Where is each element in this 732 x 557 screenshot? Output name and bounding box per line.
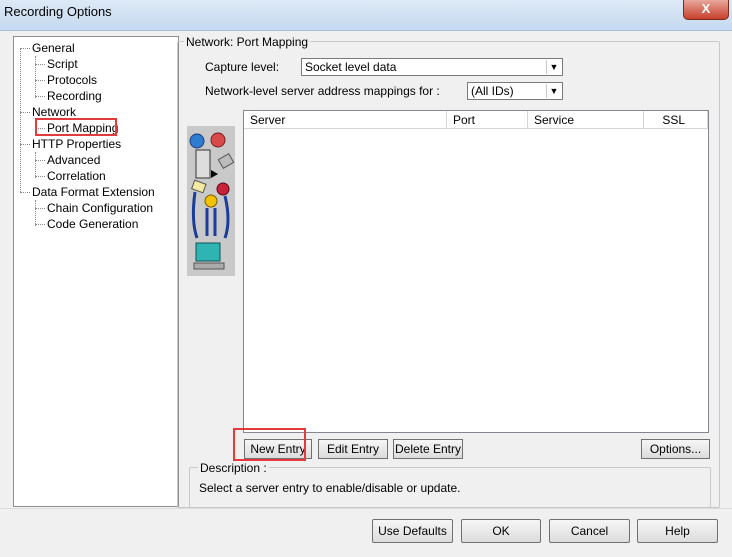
group-title: Network: Port Mapping bbox=[184, 35, 311, 49]
edit-entry-button[interactable]: Edit Entry bbox=[318, 439, 388, 459]
tree-item-data-format-extension[interactable]: Data Format Extension bbox=[32, 185, 155, 199]
chevron-down-icon[interactable]: ▼ bbox=[546, 60, 561, 74]
tree-line bbox=[20, 48, 30, 49]
tree-item-protocols[interactable]: Protocols bbox=[47, 73, 97, 87]
cancel-button[interactable]: Cancel bbox=[549, 519, 630, 543]
tree-item-chain-configuration[interactable]: Chain Configuration bbox=[47, 201, 153, 215]
options-button[interactable]: Options... bbox=[641, 439, 710, 459]
column-header-port[interactable]: Port bbox=[447, 111, 528, 129]
capture-level-value: Socket level data bbox=[305, 60, 397, 74]
tree-line bbox=[35, 96, 45, 97]
tree-line bbox=[35, 64, 45, 65]
tree-line bbox=[20, 48, 21, 192]
window-title: Recording Options bbox=[4, 4, 112, 19]
tree-line bbox=[20, 192, 30, 193]
server-mapping-list[interactable]: Server Port Service SSL bbox=[243, 110, 709, 433]
options-tree[interactable]: General Script Protocols Recording Netwo… bbox=[13, 36, 179, 507]
ok-button[interactable]: OK bbox=[461, 519, 541, 543]
tree-line bbox=[20, 144, 30, 145]
tree-line bbox=[35, 208, 45, 209]
tree-item-general[interactable]: General bbox=[32, 41, 75, 55]
network-diagram-icon bbox=[187, 126, 235, 276]
tree-item-script[interactable]: Script bbox=[47, 57, 78, 71]
tree-item-code-generation[interactable]: Code Generation bbox=[47, 217, 138, 231]
column-header-service[interactable]: Service bbox=[528, 111, 644, 129]
capture-level-label: Capture level: bbox=[205, 60, 280, 74]
tree-line bbox=[35, 176, 45, 177]
tree-item-network[interactable]: Network bbox=[32, 105, 76, 119]
tree-line bbox=[35, 152, 36, 178]
tree-item-advanced[interactable]: Advanced bbox=[47, 153, 100, 167]
tree-line bbox=[35, 224, 45, 225]
mapping-id-select[interactable]: (All IDs) ▼ bbox=[467, 82, 563, 100]
tree-item-correlation[interactable]: Correlation bbox=[47, 169, 106, 183]
close-button[interactable]: X bbox=[683, 0, 729, 20]
title-bar: Recording Options X bbox=[0, 0, 732, 31]
footer-separator bbox=[0, 508, 732, 509]
mapping-id-value: (All IDs) bbox=[471, 84, 514, 98]
tree-item-recording[interactable]: Recording bbox=[47, 89, 102, 103]
tree-line bbox=[35, 80, 45, 81]
tree-line bbox=[35, 56, 36, 98]
mapping-label: Network-level server address mappings fo… bbox=[205, 84, 440, 98]
delete-entry-button[interactable]: Delete Entry bbox=[393, 439, 463, 459]
tree-line bbox=[35, 160, 45, 161]
chevron-down-icon[interactable]: ▼ bbox=[546, 84, 561, 98]
tree-line bbox=[20, 112, 30, 113]
column-header-server[interactable]: Server bbox=[244, 111, 447, 129]
selection-highlight-box bbox=[35, 118, 117, 136]
column-header-ssl[interactable]: SSL bbox=[644, 111, 708, 129]
description-text: Select a server entry to enable/disable … bbox=[199, 481, 461, 495]
description-title: Description : bbox=[198, 461, 269, 475]
new-entry-highlight-box bbox=[233, 428, 306, 461]
tree-item-http-properties[interactable]: HTTP Properties bbox=[32, 137, 121, 151]
help-button[interactable]: Help bbox=[637, 519, 718, 543]
tree-line bbox=[35, 200, 36, 226]
close-icon: X bbox=[701, 1, 711, 16]
capture-level-select[interactable]: Socket level data ▼ bbox=[301, 58, 563, 76]
use-defaults-button[interactable]: Use Defaults bbox=[372, 519, 453, 543]
